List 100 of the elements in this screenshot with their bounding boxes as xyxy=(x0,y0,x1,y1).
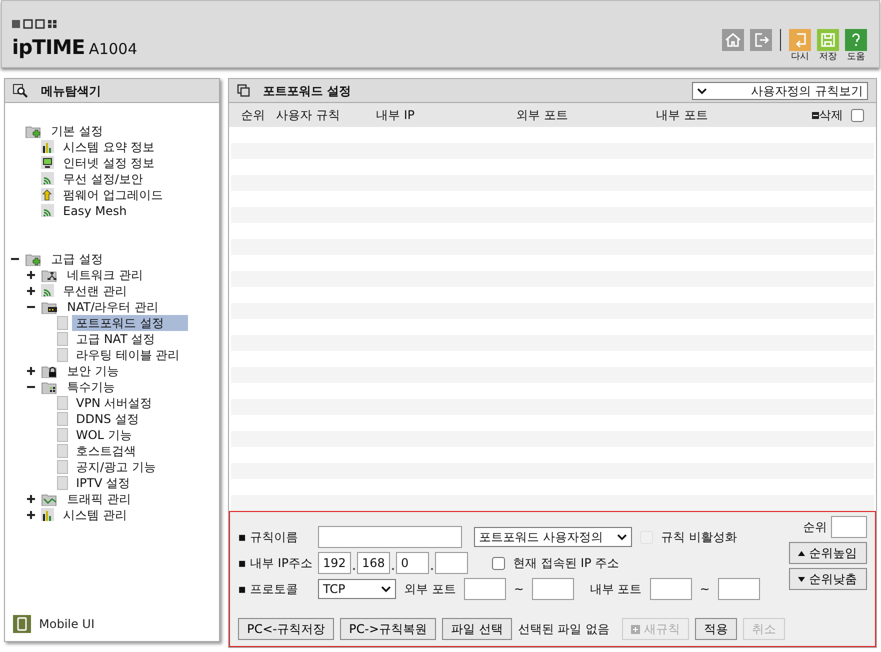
folder-icon xyxy=(25,124,43,138)
brand-logo: ipTIME xyxy=(12,37,85,57)
tree-item[interactable]: 보안 기능 xyxy=(63,363,123,379)
tree-item[interactable]: IPTV 설정 xyxy=(72,475,134,491)
file-button[interactable]: PC->규칙복원 xyxy=(340,618,436,640)
field-label: 내부 포트 xyxy=(590,581,642,598)
protocol-select[interactable]: TCP xyxy=(318,579,396,599)
tree-item[interactable]: 무선 설정/보안 xyxy=(59,171,147,187)
mobile-icon[interactable] xyxy=(13,615,31,633)
expand-toggle[interactable] xyxy=(27,511,35,519)
grid-dots-icon xyxy=(41,380,59,394)
tree-item[interactable]: 트래픽 관리 xyxy=(63,491,135,507)
bar-chart-icon xyxy=(41,140,55,154)
tree-item[interactable]: WOL 기능 xyxy=(72,427,136,443)
collapse-toggle[interactable] xyxy=(27,383,35,391)
wifi-icon xyxy=(41,204,55,218)
ip-octet-field[interactable]: 192 xyxy=(318,552,351,574)
delete-label: 삭제 xyxy=(819,107,843,124)
chevron-down-icon xyxy=(617,533,627,541)
disable-label: 규칙 비활성화 xyxy=(661,529,737,546)
expand-toggle[interactable] xyxy=(27,367,35,375)
page-icon xyxy=(57,332,68,346)
file-status: 선택된 파일 없음 xyxy=(518,621,610,638)
range-separator: ~ xyxy=(700,581,710,598)
save-icon[interactable] xyxy=(817,29,839,51)
page-icon xyxy=(57,428,68,442)
rule-type-select[interactable]: 포트포워드 사용자정의 xyxy=(474,527,632,547)
triangle-down-icon xyxy=(798,576,805,582)
tree-item[interactable]: 시스템 요약 정보 xyxy=(59,139,159,155)
ip-octet-field[interactable]: 0 xyxy=(396,552,429,574)
plus-icon xyxy=(631,624,640,634)
page-icon xyxy=(57,412,68,426)
tree-item[interactable]: 고급 NAT 설정 xyxy=(72,331,160,347)
tree-item[interactable]: 기본 설정 xyxy=(47,123,107,139)
tree-item[interactable]: 고급 설정 xyxy=(47,251,107,267)
collapse-toggle[interactable] xyxy=(11,255,19,263)
tree-item[interactable]: NAT/라우터 관리 xyxy=(63,299,162,315)
field-label: ▪ 규칙이름 xyxy=(238,529,299,546)
mobile-ui-link[interactable]: Mobile UI xyxy=(39,615,94,633)
file-button[interactable]: PC<-규칙저장 xyxy=(238,618,334,640)
tree-item[interactable]: 인터넷 설정 정보 xyxy=(59,155,159,171)
model-name: A1004 xyxy=(88,41,138,57)
tree-item[interactable]: 호스트검색 xyxy=(72,443,140,459)
tree-item[interactable]: 무선랜 관리 xyxy=(59,283,131,299)
expand-toggle[interactable] xyxy=(27,287,35,295)
field-label: 외부 포트 xyxy=(404,581,456,598)
column-header: 내부 포트 xyxy=(656,107,709,124)
apply-button[interactable]: 적용 xyxy=(695,618,737,640)
help-icon[interactable] xyxy=(845,29,867,51)
tree-item[interactable]: Easy Mesh xyxy=(59,203,131,219)
minus-icon xyxy=(812,112,819,118)
order-label: 순위 xyxy=(803,519,827,536)
select-all-checkbox[interactable] xyxy=(851,108,864,122)
tree-item[interactable]: DDNS 설정 xyxy=(72,411,143,427)
home-icon[interactable] xyxy=(722,29,744,51)
order-field[interactable] xyxy=(831,516,867,538)
column-header: 외부 포트 xyxy=(516,107,569,124)
chevron-down-icon xyxy=(697,86,707,94)
tree-item[interactable]: 네트워크 관리 xyxy=(63,267,147,283)
tree-item[interactable]: 특수기능 xyxy=(63,379,119,395)
tree-item[interactable]: 공지/광고 기능 xyxy=(72,459,160,475)
triangle-up-icon xyxy=(798,550,805,556)
expand-toggle[interactable] xyxy=(27,271,35,279)
tree-item[interactable]: 펌웨어 업그레이드 xyxy=(59,187,167,203)
ip-octet-field[interactable] xyxy=(435,552,468,574)
tree-item[interactable]: 포트포워드 설정 xyxy=(72,315,188,331)
current-ip-checkbox[interactable] xyxy=(492,556,505,570)
page-icon xyxy=(57,460,68,474)
range-separator: ~ xyxy=(514,581,524,598)
port-field[interactable] xyxy=(464,578,506,600)
ip-octet-field[interactable]: 168 xyxy=(357,552,390,574)
field-label: ▪ 내부 IP주소 xyxy=(238,555,310,572)
file-button[interactable]: 파일 선택 xyxy=(442,618,512,640)
search-icon xyxy=(13,84,29,98)
port-field[interactable] xyxy=(532,578,574,600)
copy-icon xyxy=(237,84,251,98)
port-field[interactable] xyxy=(650,578,692,600)
column-header: 사용자 규칙 xyxy=(276,107,341,124)
expand-toggle[interactable] xyxy=(27,495,35,503)
page-icon xyxy=(57,476,68,490)
port-field[interactable] xyxy=(718,578,760,600)
current-ip-label: 현재 접속된 IP 주소 xyxy=(513,555,620,572)
undo-icon[interactable] xyxy=(789,29,811,51)
move-down-button[interactable]: 순위낮춤 xyxy=(789,568,867,590)
rule-name-field[interactable] xyxy=(318,526,462,548)
column-header: 내부 IP xyxy=(376,107,416,124)
tree-item[interactable]: 시스템 관리 xyxy=(59,507,131,523)
tree-item[interactable]: 라우팅 테이블 관리 xyxy=(72,347,184,363)
logout-icon[interactable] xyxy=(750,29,772,51)
column-header: 순위 xyxy=(241,107,266,124)
monitor-icon xyxy=(41,156,55,170)
collapse-toggle[interactable] xyxy=(27,303,35,311)
page-icon xyxy=(57,444,68,458)
page-icon xyxy=(57,316,68,330)
move-up-button[interactable]: 순위높임 xyxy=(789,542,867,564)
router-icon xyxy=(41,300,59,314)
tree-item[interactable]: VPN 서버설정 xyxy=(72,395,156,411)
view-select[interactable]: 사용자정의 규칙보기 xyxy=(692,82,868,100)
network-icon xyxy=(41,268,59,282)
line-chart-icon xyxy=(41,492,59,506)
